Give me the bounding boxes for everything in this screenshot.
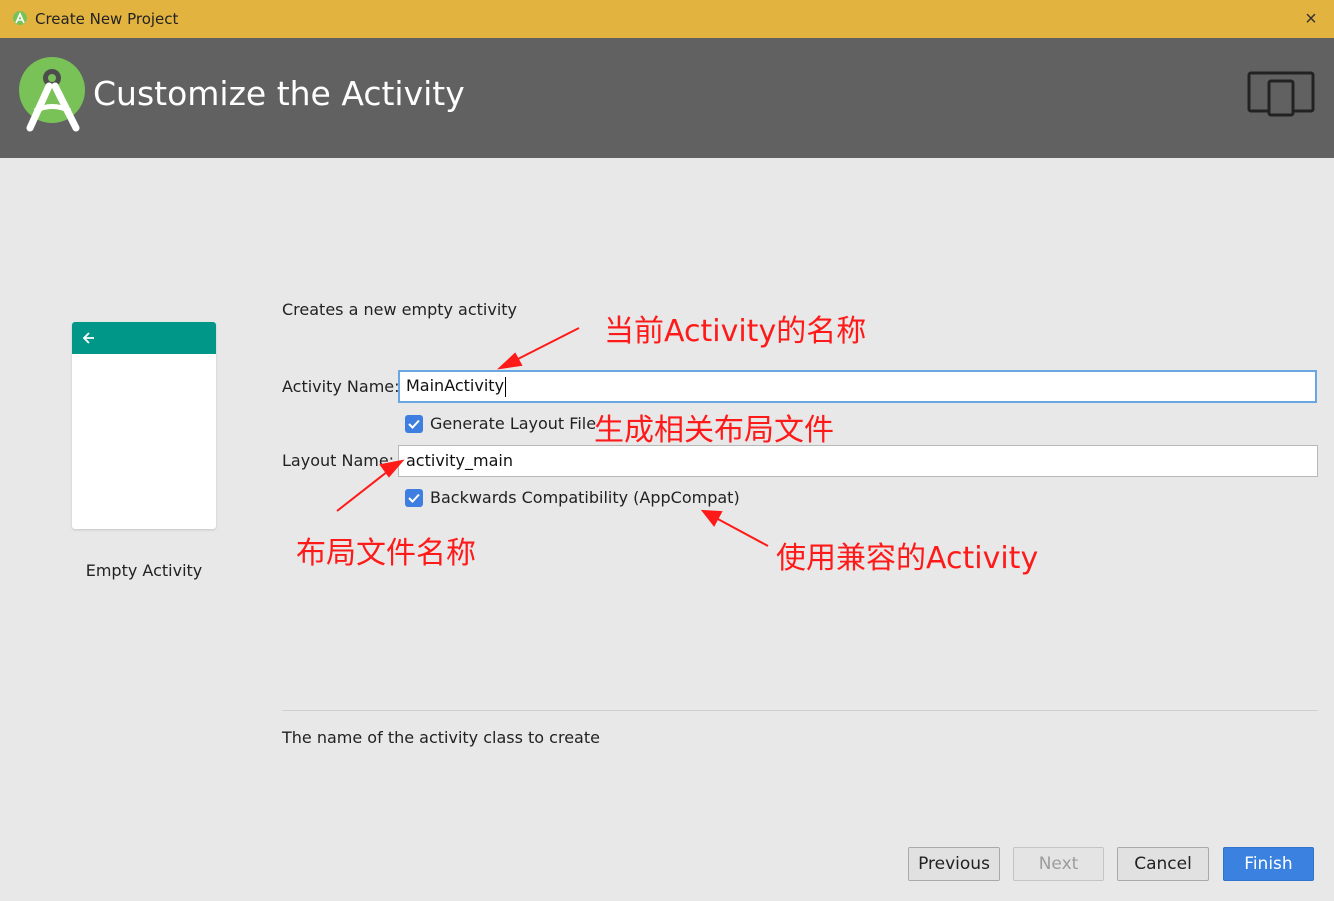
arrow-to-layout-name xyxy=(336,467,393,512)
arrow-to-appcompat xyxy=(715,517,769,547)
arrowhead-icon xyxy=(700,509,723,527)
annotation-arrows xyxy=(336,327,769,547)
arrow-to-activity-name xyxy=(511,327,580,363)
arrowhead-icon xyxy=(496,352,523,370)
